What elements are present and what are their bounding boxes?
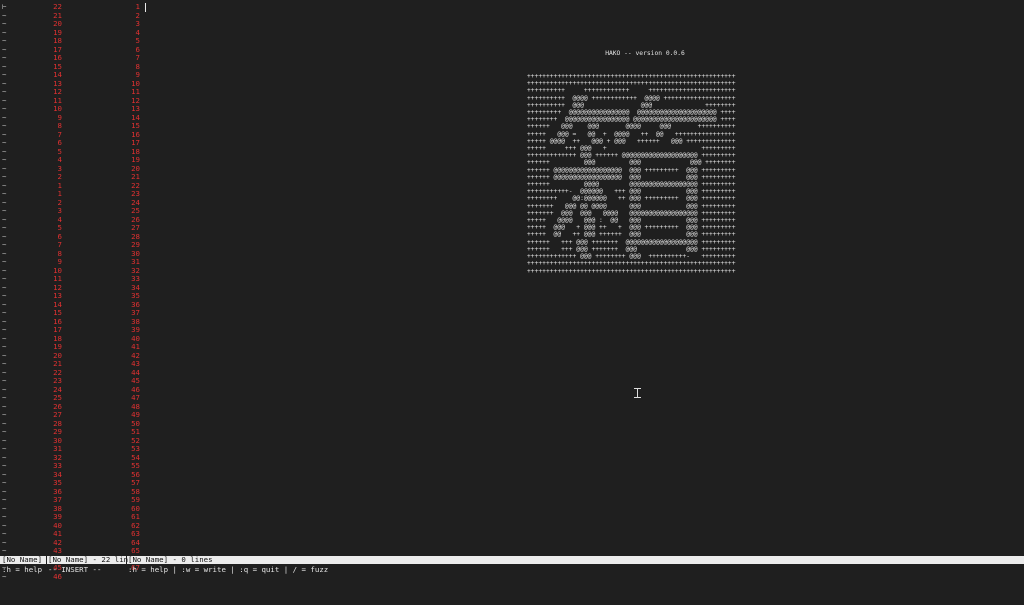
ascii-art-line: ++++++++++ ++++++++++++ ++++++++++++++++…: [527, 87, 736, 95]
ascii-art-line: ++++++++++ @@@ @@@ ++++++++: [527, 101, 736, 109]
ascii-art-line: ++++++ +++ @@@ +++++++ @@@@@@@@@@@@@@@@@…: [527, 238, 736, 246]
mode-indicator: -- INSERT --: [48, 565, 102, 574]
ascii-art-line: ++++++++++++++++++++++++++++++++++++++++…: [527, 267, 736, 275]
ascii-art-line: +++++++ @@@ @@@ @@@@ @@@@@@@@@@@@@@@@@@ …: [527, 209, 736, 217]
ascii-art-line: +++++++++++++ @@@ ++++++ @@@@@@@@@@@@@@@…: [527, 152, 736, 160]
text-cursor: [145, 3, 146, 12]
command-help-right: :h = help | :w = write | :q = quit | / =…: [128, 565, 329, 574]
line-number: 8: [135, 61, 140, 71]
status-divider: [126, 556, 127, 564]
mouse-ibeam-cursor-icon: [634, 388, 641, 398]
status-divider: [46, 556, 47, 564]
ascii-art-line: +++++++++++++ @@@ ++++++++ @@@ +++++++++…: [527, 253, 736, 261]
ascii-art-line: +++++ @@@@ ++ @@@ + @@@ ++++++ @@@ +++++…: [527, 137, 736, 145]
pane1-line-numbers: 22 21 20 19 18 17 16 15 14 13 12 11 10 9 8 7 6 5 4 3 2 1 1 2 3 4 5…: [30, 2, 62, 581]
ascii-art-line: +++++++ @@@ @@ @@@@ @@@ @@@ +++++++++: [527, 202, 736, 210]
ascii-art-line: ++++++ @@@@ @@@@@@@@@@@@@@@@@@ +++++++++: [527, 181, 736, 189]
ascii-art-line: +++++ @@@ + @@@ ++ + @@@ +++++++++ @@@ +…: [527, 224, 736, 232]
status-segment-pane3[interactable]: [No Name] - 0 lines: [128, 556, 213, 564]
ascii-art-line: +++++ @@@@ @@@ : @@ @@@ @@@ +++++++++: [527, 217, 736, 225]
line-number: 1: [135, 2, 140, 11]
ascii-art-line: ++++++++ @@@@@@@@@@@@@@@@@ @@@@@@@@@@@@@…: [527, 116, 736, 124]
ascii-art-line: ++++++++++++++++++++++++++++++++++++++++…: [527, 260, 736, 268]
ascii-art-line: ++++++++++++++++++++++++++++++++++++++++…: [527, 80, 736, 88]
line-number: 4: [135, 27, 140, 37]
ascii-art-line: ++++++++++++++++++++++++++++++++++++++++…: [527, 73, 736, 81]
ascii-art-line: ++++++++ @@:@@@@@@ ++ @@@ +++++++++ @@@ …: [527, 195, 736, 203]
ascii-art-line: ++++++ @@@ @@@ @@@ ++++++++: [527, 159, 736, 167]
ascii-art-line: +++++ +++ @@@ + +++++++++: [527, 145, 736, 153]
pane2-line-numbers: 1 2 3 4 5 6 7 8 9 10 11 12 13 14 15 16 17 18 19 20 21 22 23 24 2…: [105, 2, 140, 573]
line-number: 2: [135, 10, 140, 20]
ascii-art-line: +++++++++++- @@@@@@ +++ @@@ @@@ ++++++++…: [527, 188, 736, 196]
status-line: [No Name] [No Name] - 22 lin [No Name] -…: [0, 556, 1024, 564]
ascii-art-line: ++++++ +++ @@@ +++++++ @@@ @@@ +++++++++: [527, 245, 736, 253]
line-number: 7: [135, 53, 140, 62]
ascii-art-line: ++++++ @@@@@@@@@@@@@@@@@@ @@@ +++++++++ …: [527, 166, 736, 174]
line-number: 5: [135, 36, 140, 45]
command-line[interactable]: :h = help -- INSERT -- :h = help | :w = …: [0, 565, 1024, 575]
splash-ascii-art: ++++++++++++++++++++++++++++++++++++++++…: [527, 73, 763, 275]
ascii-art-line: ++++++++++ @@@@ ++++++++++++ @@@@ ++++++…: [527, 94, 736, 102]
ascii-art-line: +++++ @@ ++ @@@ ++++++ @@@ @@@ +++++++++: [527, 231, 736, 239]
ascii-art-line: +++++++++ @@@@@@@@@@@@@@@@ @@@@@@@@@@@@@…: [527, 109, 736, 117]
line-number: 6: [135, 44, 140, 54]
ascii-art-line: ++++++ @@@@@@@@@@@@@@@@@@ @@@ @@@ ++++++…: [527, 173, 736, 181]
line-number: 3: [135, 19, 140, 28]
status-segment-pane2[interactable]: [No Name] - 22 lin: [48, 556, 128, 564]
pane1-tilde-gutter: ⊢ ~ ~ ~ ~ ~ ~ ~ ~ ~ ~ ~ ~ ~ ~ ~ ~ ~ ~ ~ ~ ~ ~ ~ ~ ~ ~ ~ ~ ~ ~ ~ ~ ~ ~ ~ ~ ~ ~ ~…: [2, 2, 6, 581]
status-segment-pane1[interactable]: [No Name]: [2, 556, 42, 564]
ascii-art-line: +++++ @@@ = @@ + @@@@ ++ @@ ++++++++++++…: [527, 130, 736, 138]
command-help-left: :h = help: [2, 565, 43, 574]
ascii-art-line: ++++++ @@@ @@@ @@@@ @@@ ++++++++++: [527, 123, 736, 131]
splash-screen: HAKO -- version 0.0.6 ++++++++++++++++++…: [527, 36, 763, 289]
splash-title: HAKO -- version 0.0.6: [605, 50, 685, 58]
